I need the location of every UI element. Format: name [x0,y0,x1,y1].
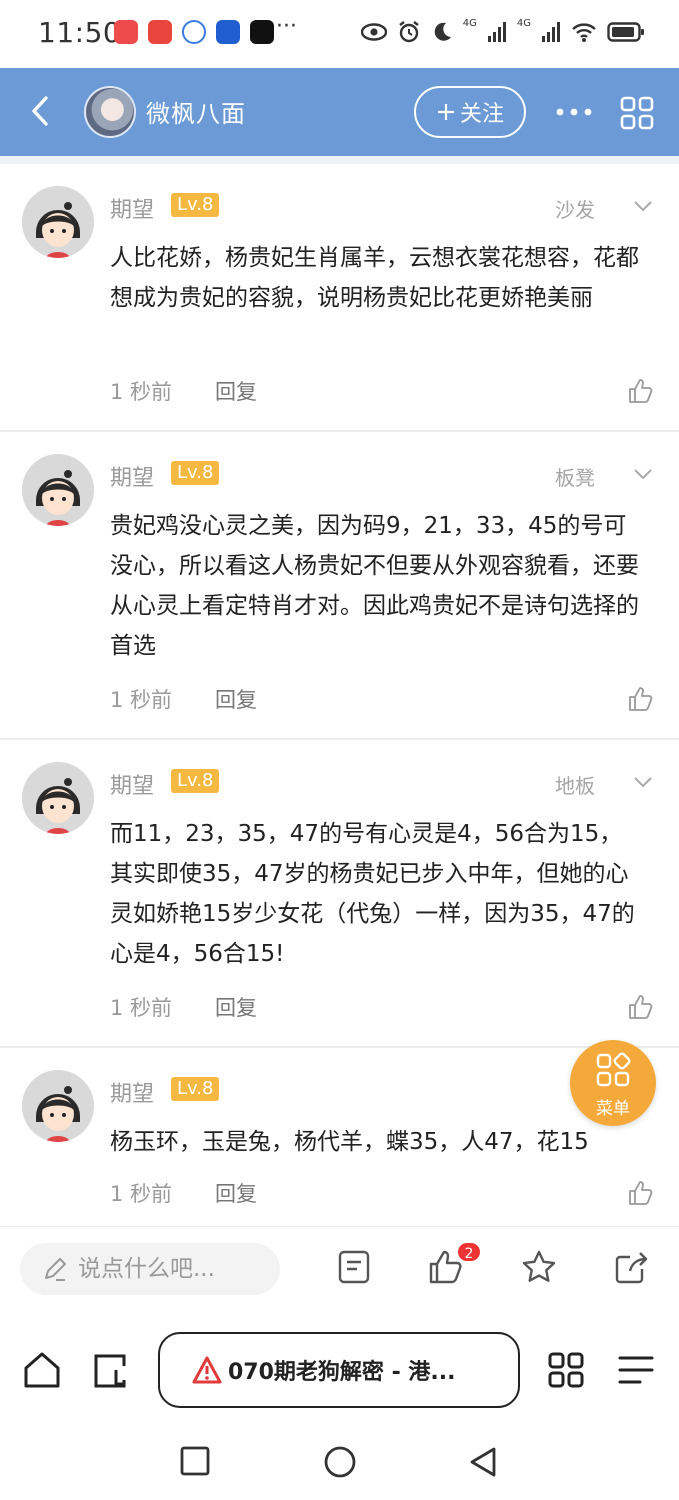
comment-text: 人比花娇，杨贵妃生肖属羊，云想衣裳花想容，花都想成为贵妃的容貌，说明杨贵妃比花更… [110,245,639,311]
reply-button[interactable]: 回复 [215,376,257,406]
status-bar: 11:50 ··· 4G 4G [0,0,679,68]
comment-item: 期望 Lv.8 地板 而11，23，35，47的号有心灵是4，56合为15，其实… [0,740,679,1048]
warning-icon [192,1356,222,1384]
notification-app-icon-1 [114,20,138,44]
comment-time: 1 秒前 [110,688,173,712]
menu-lines-icon[interactable] [616,1350,656,1390]
back-icon[interactable] [20,86,60,136]
chevron-down-icon[interactable] [633,776,653,788]
more-notifications-indicator: ··· [276,14,297,39]
pencil-icon [45,1258,66,1281]
app-header: 微枫八面 关注 [0,68,679,156]
author-avatar[interactable] [84,86,136,138]
thumbs-up-icon[interactable] [627,686,653,712]
home-circle-icon[interactable] [324,1446,356,1478]
comment-item: 期望 Lv.8 沙发 人比花娇，杨贵妃生肖属羊，云想衣裳花想容，花都想成为贵妃的… [0,164,679,432]
signal-icon-1: 4G [462,18,477,29]
page-url-title: 070期老狗解密 - 港... [228,1360,456,1385]
commenter-avatar[interactable] [22,1070,94,1142]
battery-icon [607,22,644,42]
cartoon-girl-avatar-icon [22,762,94,834]
cartoon-girl-avatar-icon [22,1070,94,1142]
thumbs-up-icon[interactable] [627,1180,653,1206]
notification-app-icon-2 [148,20,172,44]
apps-grid-icon[interactable] [546,1350,586,1390]
signal-icon-2: 4G [516,18,531,29]
follow-label: 关注 [459,102,504,127]
comment-text: 而11，23，35，47的号有心灵是4，56合为15，其实即使35，47岁的杨贵… [110,821,635,967]
comment-text: 贵妃鸡没心灵之美，因为码9，21，33，45的号可没心，所以看这人杨贵妃不但要从… [110,513,639,659]
reply-button[interactable]: 回复 [215,684,257,714]
thumbs-up-icon[interactable] [627,378,653,404]
address-bar[interactable]: 070期老狗解密 - 港... [158,1332,520,1408]
status-right-icons: 4G 4G [360,18,645,44]
header-divider [0,156,679,164]
menu-grid-icon [596,1052,631,1087]
commenter-name[interactable]: 期望 [110,768,154,800]
chevron-down-icon[interactable] [633,200,653,212]
comment-time: 1 秒前 [110,380,173,404]
status-app-icons [114,20,274,44]
floor-label: 沙发 [555,198,595,222]
commenter-name[interactable]: 期望 [110,460,154,492]
recent-apps-icon[interactable] [180,1446,210,1476]
notification-app-icon-3 [182,20,206,44]
floating-menu-button[interactable]: 菜单 [570,1040,656,1126]
moon-icon [434,22,451,41]
comment-action-bar: 2 [0,1226,679,1314]
browser-toolbar: 070期老狗解密 - 港... [0,1314,679,1426]
reply-button[interactable]: 回复 [215,1178,257,1208]
alarm-icon [399,21,419,43]
signal-bars-icon-2 [542,22,560,42]
comment-text: 杨玉环，玉是兔，杨代羊，蝶35，人47，花15 [110,1129,589,1155]
comment-input[interactable] [78,1256,258,1282]
star-icon[interactable] [521,1249,557,1285]
commenter-avatar[interactable] [22,186,94,258]
like-count-badge: 2 [456,1241,482,1263]
floor-label: 地板 [555,774,595,798]
author-name[interactable]: 微枫八面 [146,94,246,129]
floor-label: 板凳 [555,466,595,490]
level-badge: Lv.8 [171,769,220,793]
signal-bars-icon-1 [487,22,506,42]
eye-icon [360,23,387,41]
cartoon-girl-avatar-icon [22,186,94,258]
wifi-icon [572,23,596,42]
home-icon[interactable] [22,1350,62,1390]
notification-app-icon-4 [216,20,240,44]
status-time: 11:50 [38,16,122,49]
cartoon-girl-avatar-icon [22,454,94,526]
floating-menu-label: 菜单 [596,1099,630,1119]
commenter-name[interactable]: 期望 [110,192,154,224]
chevron-down-icon[interactable] [633,468,653,480]
thumbs-up-icon[interactable] [627,994,653,1020]
tiktok-icon [250,20,274,44]
more-dots-icon[interactable] [554,98,594,126]
tabs-icon[interactable] [92,1350,132,1390]
level-badge: Lv.8 [171,461,220,485]
level-badge: Lv.8 [171,193,220,217]
commenter-avatar[interactable] [22,762,94,834]
system-navigation-bar [0,1426,679,1500]
commenter-avatar[interactable] [22,454,94,526]
share-icon[interactable] [614,1249,650,1285]
comment-time: 1 秒前 [110,1182,173,1206]
follow-button[interactable]: 关注 [414,86,526,138]
comment-time: 1 秒前 [110,996,173,1020]
commenter-name[interactable]: 期望 [110,1076,154,1108]
comment-input-box[interactable] [20,1243,280,1295]
document-icon[interactable] [336,1249,372,1285]
level-badge: Lv.8 [171,1077,220,1101]
grid-icon[interactable] [620,96,654,130]
reply-button[interactable]: 回复 [215,992,257,1022]
plus-icon [437,104,454,120]
back-triangle-icon[interactable] [468,1446,498,1478]
comment-item: 期望 Lv.8 板凳 贵妃鸡没心灵之美，因为码9，21，33，45的号可没心，所… [0,432,679,740]
